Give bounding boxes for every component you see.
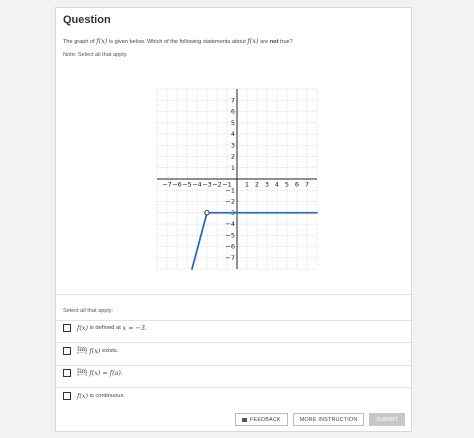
y-tick-label: 5: [231, 119, 235, 127]
function-segment: [191, 211, 208, 270]
y-tick-label: 2: [231, 153, 235, 161]
x-tick-label: 7: [305, 181, 309, 189]
y-tick-label: −5: [225, 231, 235, 239]
divider: [56, 294, 411, 295]
x-tick-label: 3: [265, 181, 269, 189]
checkbox[interactable]: [63, 369, 71, 377]
feedback-button[interactable]: FEEDBACK: [235, 413, 288, 426]
x-tick-label: −5: [182, 181, 192, 189]
x-tick-label: 5: [285, 181, 289, 189]
limit-notation: lim x→−3: [77, 345, 88, 356]
chat-icon: [242, 417, 248, 422]
x-tick-label: −7: [162, 181, 172, 189]
question-card: Question The graph of f(x) is given belo…: [55, 7, 412, 432]
question-title: Question: [63, 14, 111, 26]
y-tick-label: 7: [231, 96, 235, 104]
y-tick-label: 3: [231, 141, 235, 149]
y-tick-label: 6: [231, 108, 235, 116]
divider: [56, 387, 411, 388]
submit-button[interactable]: SUBMIT: [369, 413, 405, 426]
question-prompt: The graph of f(x) is given below. Which …: [63, 37, 293, 45]
x-tick-label: 4: [275, 181, 279, 189]
option-3[interactable]: lim x→−3 f(x) = f(a).: [63, 366, 403, 380]
y-tick-label: −7: [225, 254, 235, 262]
y-tick-label: −1: [225, 186, 235, 194]
option-1[interactable]: f(x) is defined at x = −3.: [63, 321, 403, 335]
checkbox[interactable]: [63, 347, 71, 355]
more-instruction-button[interactable]: MORE INSTRUCTION: [292, 413, 365, 426]
note-text: Note: Select all that apply.: [63, 52, 128, 58]
function-graph: −7−6−5−4−3−2−112345677654321−1−2−3−4−5−6…: [156, 88, 318, 270]
option-2[interactable]: lim x→−3 f(x) exists.: [63, 344, 403, 358]
y-tick-label: 4: [231, 130, 235, 138]
y-tick-label: −6: [225, 243, 235, 251]
y-tick-label: −2: [225, 198, 235, 206]
x-tick-label: −6: [172, 181, 182, 189]
x-tick-label: 1: [245, 181, 249, 189]
action-buttons: FEEDBACK MORE INSTRUCTION SUBMIT: [235, 413, 405, 426]
divider: [56, 342, 411, 343]
instruction-text: Select all that apply:: [63, 308, 114, 314]
checkbox[interactable]: [63, 324, 71, 332]
checkbox[interactable]: [63, 392, 71, 400]
x-tick-label: −4: [192, 181, 202, 189]
x-tick-label: 6: [295, 181, 299, 189]
x-tick-label: 2: [255, 181, 259, 189]
limit-notation: lim x→−3: [77, 367, 88, 378]
option-4[interactable]: f(x) is continuous.: [63, 389, 403, 403]
open-point: [204, 210, 210, 216]
y-tick-label: −4: [225, 220, 235, 228]
y-tick-label: 1: [231, 164, 235, 172]
x-tick-label: −3: [202, 181, 212, 189]
x-tick-label: −2: [212, 181, 222, 189]
